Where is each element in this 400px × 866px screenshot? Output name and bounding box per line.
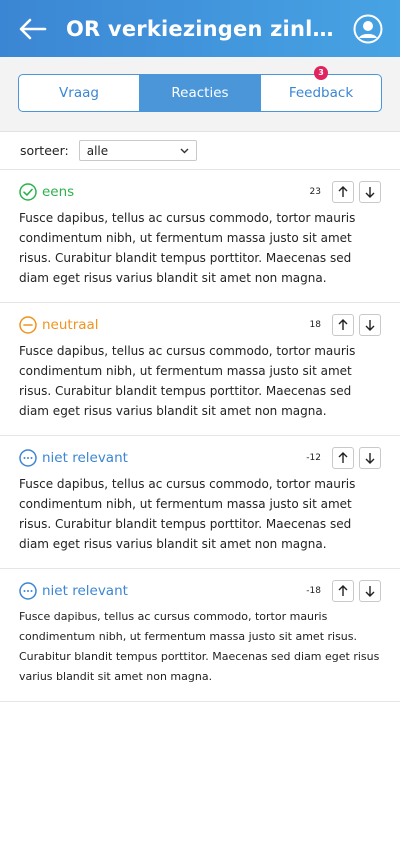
notification-badge: 3: [314, 66, 328, 80]
arrow-down-icon: [365, 453, 375, 464]
reply-text: Fusce dapibus, tellus ac cursus commodo,…: [19, 211, 356, 285]
vote-score: 23: [309, 187, 321, 197]
reply-status: niet relevant: [42, 583, 128, 599]
vote-score: -18: [306, 586, 321, 596]
arrow-up-icon: [338, 585, 348, 596]
arrow-down-icon: [365, 586, 375, 597]
reply-status: eens: [42, 184, 75, 200]
tabs-bar: Vraag Reacties 3 Feedback: [0, 57, 400, 132]
tab-label: Reacties: [171, 85, 229, 101]
arrow-up-icon: [338, 319, 348, 330]
downvote-button[interactable]: [359, 314, 381, 336]
sort-label: sorteer:: [20, 143, 69, 158]
user-avatar-icon: [353, 14, 383, 43]
app-header: OR verkiezingen zinlo...: [0, 0, 400, 57]
upvote-button[interactable]: [332, 314, 354, 336]
reply-text: Fusce dapibus, tellus ac cursus commodo,…: [19, 477, 356, 551]
reply-item: eens 23 Fusce dapibus, tellus ac cursus …: [0, 170, 400, 303]
reply-header: niet relevant -12: [19, 447, 381, 469]
arrow-down-icon: [365, 187, 375, 198]
tab-label: Vraag: [59, 85, 99, 101]
back-button[interactable]: [18, 14, 48, 44]
reply-item: niet relevant -12 Fusce dapibus, tellus …: [0, 436, 400, 569]
sort-dropdown[interactable]: alle: [78, 140, 197, 161]
arrow-down-icon: [365, 320, 375, 331]
sort-bar: sorteer: alle: [0, 132, 400, 170]
reply-header: neutraal 18: [19, 314, 381, 336]
downvote-button[interactable]: [359, 181, 381, 203]
tab-vraag[interactable]: Vraag: [19, 75, 139, 111]
dots-circle-icon: [19, 449, 37, 467]
tab-feedback[interactable]: 3 Feedback: [260, 66, 381, 111]
vote-score: -12: [306, 453, 321, 463]
reply-text: Fusce dapibus, tellus ac cursus commodo,…: [19, 610, 380, 683]
reply-item: niet relevant -18 Fusce dapibus, tellus …: [0, 569, 400, 702]
tab-label: Feedback: [288, 85, 354, 101]
minus-circle-icon: [19, 316, 37, 334]
reply-header: niet relevant -18: [19, 580, 381, 602]
tab-reacties[interactable]: Reacties: [139, 75, 260, 111]
reply-status: neutraal: [42, 317, 99, 333]
reply-status: niet relevant: [42, 450, 128, 466]
upvote-button[interactable]: [332, 181, 354, 203]
sort-selected-value: alle: [86, 143, 109, 158]
arrow-left-icon: [19, 18, 47, 39]
downvote-button[interactable]: [359, 580, 381, 602]
arrow-up-icon: [338, 452, 348, 463]
page-title: OR verkiezingen zinlo...: [66, 16, 340, 41]
reply-header: eens 23: [19, 181, 381, 203]
upvote-button[interactable]: [332, 580, 354, 602]
reply-text: Fusce dapibus, tellus ac cursus commodo,…: [19, 344, 356, 418]
vote-score: 18: [309, 320, 321, 330]
chevron-down-icon: [180, 148, 189, 153]
upvote-button[interactable]: [332, 447, 354, 469]
dots-circle-icon: [19, 582, 37, 600]
segmented-tabs: Vraag Reacties 3 Feedback: [18, 66, 382, 112]
arrow-up-icon: [338, 186, 348, 197]
downvote-button[interactable]: [359, 447, 381, 469]
reply-item: neutraal 18 Fusce dapibus, tellus ac cur…: [0, 303, 400, 436]
check-circle-icon: [19, 183, 37, 201]
profile-button[interactable]: [352, 13, 384, 45]
